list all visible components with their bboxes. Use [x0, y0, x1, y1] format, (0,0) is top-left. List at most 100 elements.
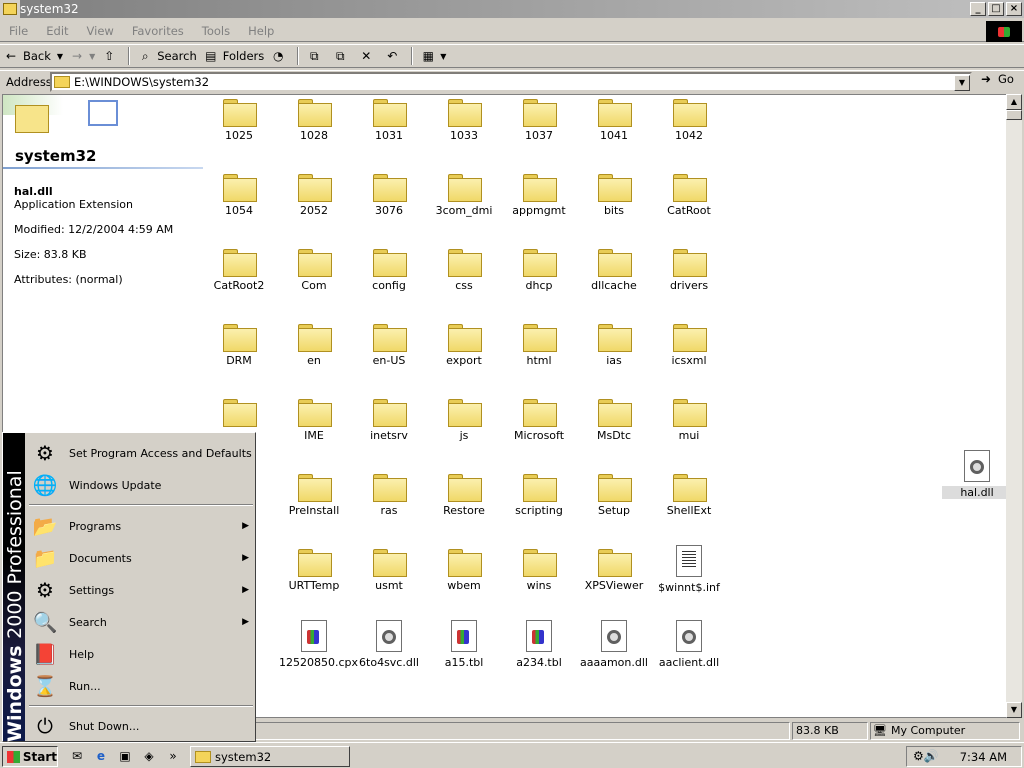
menu-item-run[interactable]: ⌛ Run...: [27, 670, 255, 702]
show-desktop-icon[interactable]: ▣: [116, 748, 134, 764]
folder-item[interactable]: URTTemp: [279, 545, 349, 615]
folder-item[interactable]: js: [429, 395, 499, 465]
back-button[interactable]: ← Back ▼: [0, 45, 66, 67]
address-dropdown-button[interactable]: ▼: [954, 75, 970, 91]
folder-item[interactable]: export: [429, 320, 499, 390]
folder-item[interactable]: 1028: [279, 95, 349, 165]
up-button[interactable]: ⇧: [98, 45, 124, 67]
folder-item[interactable]: drivers: [654, 245, 724, 315]
file-item-hal-dll[interactable]: hal.dll: [942, 450, 1007, 520]
undo-button[interactable]: ↶: [381, 45, 407, 67]
back-arrow-icon: ←: [5, 49, 17, 63]
minimize-button[interactable]: _: [970, 2, 986, 16]
folder-item[interactable]: ias: [579, 320, 649, 390]
folder-item[interactable]: en-US: [354, 320, 424, 390]
folder-item[interactable]: CatRoot: [654, 170, 724, 240]
folder-item[interactable]: bits: [579, 170, 649, 240]
menu-item-windows-update[interactable]: 🌐 Windows Update: [27, 469, 255, 501]
file-item[interactable]: aaaamon.dll: [579, 620, 649, 690]
menu-tools[interactable]: Tools: [193, 24, 239, 38]
file-item[interactable]: 12520850.cpx: [279, 620, 358, 690]
folder-item[interactable]: en: [279, 320, 349, 390]
maximize-button[interactable]: □: [988, 2, 1004, 16]
go-button[interactable]: ➜ Go: [978, 72, 1014, 86]
folder-icon: [448, 174, 482, 202]
folder-item[interactable]: Microsoft: [504, 395, 574, 465]
folder-item[interactable]: 1041: [579, 95, 649, 165]
menu-help[interactable]: Help: [239, 24, 283, 38]
folder-item[interactable]: dhcp: [504, 245, 574, 315]
taskbar-item-system32[interactable]: system32: [190, 746, 350, 767]
folder-item[interactable]: DRM: [204, 320, 274, 390]
forward-button[interactable]: → ▼: [66, 45, 98, 67]
folder-item[interactable]: ShellExt: [654, 470, 724, 540]
menu-item-help[interactable]: 📕 Help: [27, 638, 255, 670]
folder-item[interactable]: 1042: [654, 95, 724, 165]
scroll-down-button[interactable]: ▼: [1006, 702, 1022, 718]
file-item[interactable]: a15.tbl: [429, 620, 499, 690]
file-item[interactable]: a234.tbl: [504, 620, 574, 690]
folder-item[interactable]: dllcache: [579, 245, 649, 315]
menu-item-settings[interactable]: ⚙ Settings ▶: [27, 574, 255, 606]
folder-item[interactable]: usmt: [354, 545, 424, 615]
folder-item[interactable]: 1033: [429, 95, 499, 165]
folder-item[interactable]: wbem: [429, 545, 499, 615]
folder-item[interactable]: 1054: [204, 170, 274, 240]
folder-item[interactable]: 3076: [354, 170, 424, 240]
menu-edit[interactable]: Edit: [37, 24, 77, 38]
folder-item[interactable]: 1037: [504, 95, 574, 165]
menu-item-programs[interactable]: 📂 Programs ▶: [27, 510, 255, 542]
menu-item-search[interactable]: 🔍 Search ▶: [27, 606, 255, 638]
menu-view[interactable]: View: [78, 24, 123, 38]
delete-button[interactable]: ✕: [355, 45, 381, 67]
folder-item[interactable]: scripting: [504, 470, 574, 540]
file-item[interactable]: aaclient.dll: [654, 620, 724, 690]
folder-item[interactable]: html: [504, 320, 574, 390]
vertical-scrollbar[interactable]: ▲ ▼: [1006, 94, 1022, 718]
folder-item[interactable]: CatRoot2: [204, 245, 274, 315]
folders-button[interactable]: ▤ Folders: [200, 45, 268, 67]
folder-item[interactable]: css: [429, 245, 499, 315]
folder-item[interactable]: 2052: [279, 170, 349, 240]
folder-item[interactable]: wins: [504, 545, 574, 615]
internet-explorer-icon[interactable]: e: [92, 748, 110, 764]
folder-item[interactable]: config: [354, 245, 424, 315]
folder-item[interactable]: icsxml: [654, 320, 724, 390]
start-button[interactable]: Start: [2, 746, 58, 767]
address-input[interactable]: E:\WINDOWS\system32 ▼: [50, 72, 972, 92]
close-button[interactable]: ×: [1006, 2, 1022, 16]
quick-launch-chevron[interactable]: »: [164, 748, 182, 764]
folder-item[interactable]: IME: [279, 395, 349, 465]
scroll-thumb[interactable]: [1006, 110, 1022, 120]
title-bar[interactable]: system32 _ □ ×: [0, 0, 1024, 18]
menu-item-shut-down[interactable]: ⏻ Shut Down...: [27, 710, 255, 742]
menu-favorites[interactable]: Favorites: [123, 24, 193, 38]
outlook-express-icon[interactable]: ✉: [68, 748, 86, 764]
folder-item[interactable]: MsDtc: [579, 395, 649, 465]
menu-file[interactable]: File: [0, 24, 37, 38]
scroll-up-button[interactable]: ▲: [1006, 94, 1022, 110]
views-button[interactable]: ▦ ▼: [417, 45, 449, 67]
clock[interactable]: 7:34 AM: [960, 750, 1007, 764]
folder-item[interactable]: Setup: [579, 470, 649, 540]
folder-item[interactable]: Com: [279, 245, 349, 315]
file-item[interactable]: 6to4svc.dll: [354, 620, 424, 690]
folder-item[interactable]: appmgmt: [504, 170, 574, 240]
history-button[interactable]: ◔: [267, 45, 293, 67]
folder-item[interactable]: inetsrv: [354, 395, 424, 465]
folder-item[interactable]: 1031: [354, 95, 424, 165]
folder-item[interactable]: 1025: [204, 95, 274, 165]
menu-item-set-program-access[interactable]: ⚙ Set Program Access and Defaults: [27, 437, 255, 469]
folder-item[interactable]: ras: [354, 470, 424, 540]
folder-item[interactable]: Restore: [429, 470, 499, 540]
copy-to-button[interactable]: ⧉: [329, 45, 355, 67]
folder-item[interactable]: PreInstall: [279, 470, 349, 540]
folder-item[interactable]: XPSViewer: [579, 545, 649, 615]
folder-item[interactable]: 3com_dmi: [429, 170, 499, 240]
move-to-button[interactable]: ⧉: [303, 45, 329, 67]
media-icon[interactable]: ◈: [140, 748, 158, 764]
file-item[interactable]: $winnt$.inf: [654, 545, 724, 615]
menu-item-documents[interactable]: 📁 Documents ▶: [27, 542, 255, 574]
search-button[interactable]: ⌕ Search: [134, 45, 200, 67]
folder-item[interactable]: mui: [654, 395, 724, 465]
